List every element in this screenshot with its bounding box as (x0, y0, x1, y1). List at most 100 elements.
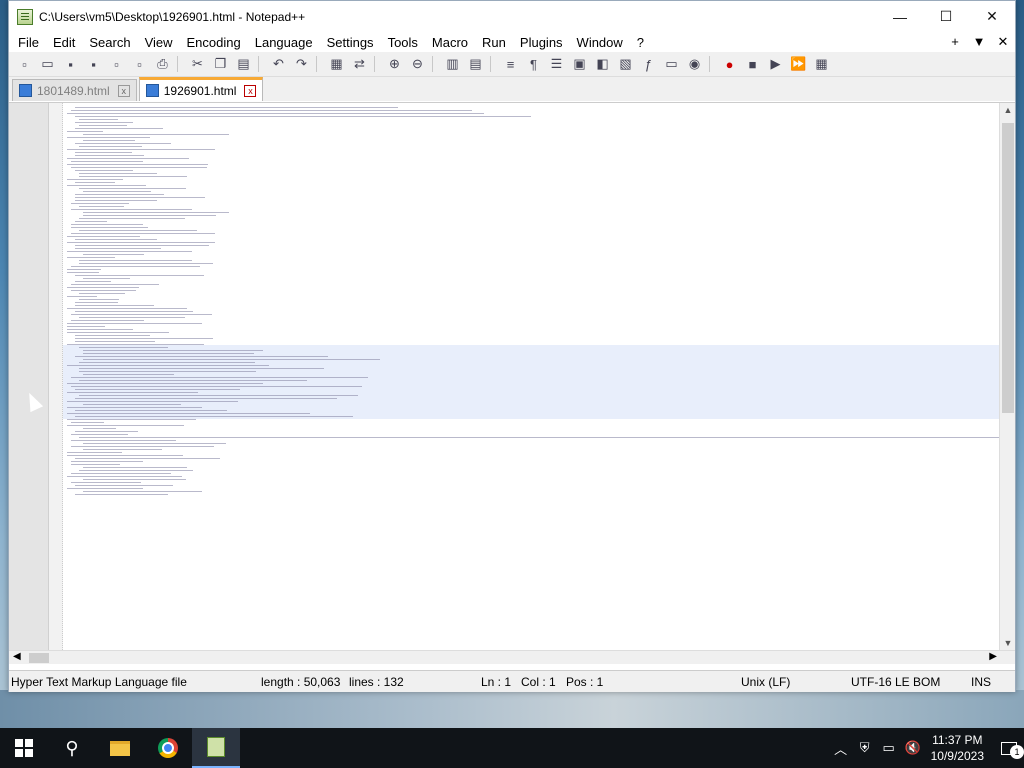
show-all-characters-icon[interactable]: ¶ (524, 54, 544, 74)
save-icon[interactable]: ▪ (61, 54, 81, 74)
minimize-button[interactable]: — (877, 1, 923, 32)
tab-1926901[interactable]: 1926901.html x (138, 77, 264, 101)
code-line (71, 227, 148, 228)
redo-icon[interactable]: ↷ (292, 54, 312, 74)
code-line (79, 146, 142, 147)
tab-1801489[interactable]: 1801489.html x (12, 79, 137, 101)
copy-icon[interactable]: ❐ (211, 54, 231, 74)
sync-vertical-icon[interactable]: ▥ (443, 54, 463, 74)
sync-horizontal-icon[interactable]: ▤ (466, 54, 486, 74)
fold-margin[interactable] (49, 103, 63, 650)
code-line (71, 377, 368, 378)
code-line (75, 416, 353, 417)
editor-area[interactable]: ▲ ▼ (9, 102, 1015, 650)
notification-center-button[interactable]: 1 (994, 737, 1024, 759)
new-tab-button[interactable]: + (943, 34, 967, 50)
macro-record-icon[interactable]: ● (720, 54, 740, 74)
user-language-icon[interactable]: ▣ (570, 54, 590, 74)
status-insert-mode[interactable]: INS (971, 675, 991, 689)
chevron-up-icon[interactable]: ︿ (829, 739, 853, 758)
status-encoding[interactable]: UTF-16 LE BOM (851, 675, 940, 689)
zoom-in-icon[interactable]: ⊕ (385, 54, 405, 74)
code-line (79, 395, 358, 396)
code-line (75, 170, 133, 171)
vertical-scrollbar[interactable]: ▲ ▼ (999, 103, 1015, 650)
indent-guide-icon[interactable]: ☰ (547, 54, 567, 74)
word-wrap-icon[interactable]: ≡ (501, 54, 521, 74)
code-line (67, 476, 182, 477)
volume-muted-icon[interactable]: 🔇 (901, 740, 925, 756)
scroll-left-icon[interactable]: ◀ (13, 651, 21, 662)
code-line (67, 257, 115, 258)
undo-icon[interactable]: ↶ (269, 54, 289, 74)
menu-search[interactable]: Search (82, 35, 137, 50)
code-line (67, 365, 269, 366)
code-line (75, 128, 163, 129)
close-all-icon[interactable]: ▫ (130, 54, 150, 74)
code-line (75, 248, 161, 249)
style-configurator-icon[interactable]: ◧ (593, 54, 613, 74)
start-button[interactable] (0, 728, 48, 768)
close-file-icon[interactable]: ▫ (107, 54, 127, 74)
function-list-icon[interactable]: ƒ (639, 54, 659, 74)
vertical-scroll-thumb[interactable] (1002, 123, 1014, 413)
status-eol[interactable]: Unix (LF) (741, 675, 790, 689)
code-line (67, 425, 184, 426)
file-explorer-icon[interactable] (96, 728, 144, 768)
macro-stop-icon[interactable]: ■ (743, 54, 763, 74)
close-document-button[interactable]: ✕ (991, 34, 1015, 50)
menu-tools[interactable]: Tools (381, 35, 425, 50)
paste-icon[interactable]: ▤ (234, 54, 254, 74)
code-line (67, 419, 196, 420)
save-all-icon[interactable]: ▪ (84, 54, 104, 74)
clock[interactable]: 11:37 PM 10/9/2023 (931, 732, 984, 764)
tab-list-dropdown[interactable]: ▼ (967, 34, 991, 50)
monitoring-icon[interactable]: ◉ (685, 54, 705, 74)
new-file-icon[interactable]: ▫ (15, 54, 35, 74)
close-button[interactable]: ✕ (969, 1, 1015, 32)
macro-run-multiple-icon[interactable]: ⏩ (789, 54, 809, 74)
menu-run[interactable]: Run (475, 35, 513, 50)
scroll-right-icon[interactable]: ▶ (989, 651, 997, 662)
open-file-icon[interactable]: ▭ (38, 54, 58, 74)
document-map-icon[interactable]: ▧ (616, 54, 636, 74)
menu-help[interactable]: ? (630, 35, 651, 50)
code-text-area[interactable] (63, 103, 999, 650)
menu-window[interactable]: Window (570, 35, 630, 50)
maximize-button[interactable]: ☐ (923, 1, 969, 32)
horizontal-scroll-thumb[interactable] (29, 653, 49, 663)
chrome-icon[interactable] (144, 728, 192, 768)
folder-as-workspace-icon[interactable]: ▭ (662, 54, 682, 74)
close-tab-icon[interactable]: x (244, 84, 257, 97)
notepadpp-taskbar-icon[interactable] (192, 728, 240, 768)
code-line (67, 332, 169, 333)
menu-edit[interactable]: Edit (46, 35, 82, 50)
code-line (83, 353, 254, 354)
cut-icon[interactable]: ✂ (188, 54, 208, 74)
horizontal-scrollbar[interactable]: ◀ ▶ (9, 650, 1015, 664)
menu-encoding[interactable]: Encoding (180, 35, 248, 50)
replace-icon[interactable]: ⇄ (350, 54, 370, 74)
menu-view[interactable]: View (138, 35, 180, 50)
menu-plugins[interactable]: Plugins (513, 35, 570, 50)
menu-file[interactable]: File (11, 35, 46, 50)
close-tab-icon[interactable]: x (117, 84, 130, 97)
code-line (67, 164, 208, 165)
find-icon[interactable]: ▦ (327, 54, 347, 74)
code-line (67, 407, 202, 408)
print-icon[interactable]: ⎙ (153, 54, 173, 74)
status-bar: Hyper Text Markup Language file length :… (9, 670, 1015, 692)
zoom-out-icon[interactable]: ⊖ (408, 54, 428, 74)
code-line (67, 452, 122, 453)
menu-settings[interactable]: Settings (320, 35, 381, 50)
menu-macro[interactable]: Macro (425, 35, 475, 50)
code-line (67, 401, 238, 402)
search-icon[interactable]: ⚲ (48, 728, 96, 768)
scroll-down-icon[interactable]: ▼ (1000, 638, 1016, 648)
macro-save-icon[interactable]: ▦ (812, 54, 832, 74)
menu-language[interactable]: Language (248, 35, 320, 50)
scroll-up-icon[interactable]: ▲ (1000, 105, 1016, 115)
security-icon[interactable]: ⛨ (853, 740, 877, 756)
macro-play-icon[interactable]: ▶ (766, 54, 786, 74)
network-icon[interactable]: ▭ (877, 740, 901, 756)
